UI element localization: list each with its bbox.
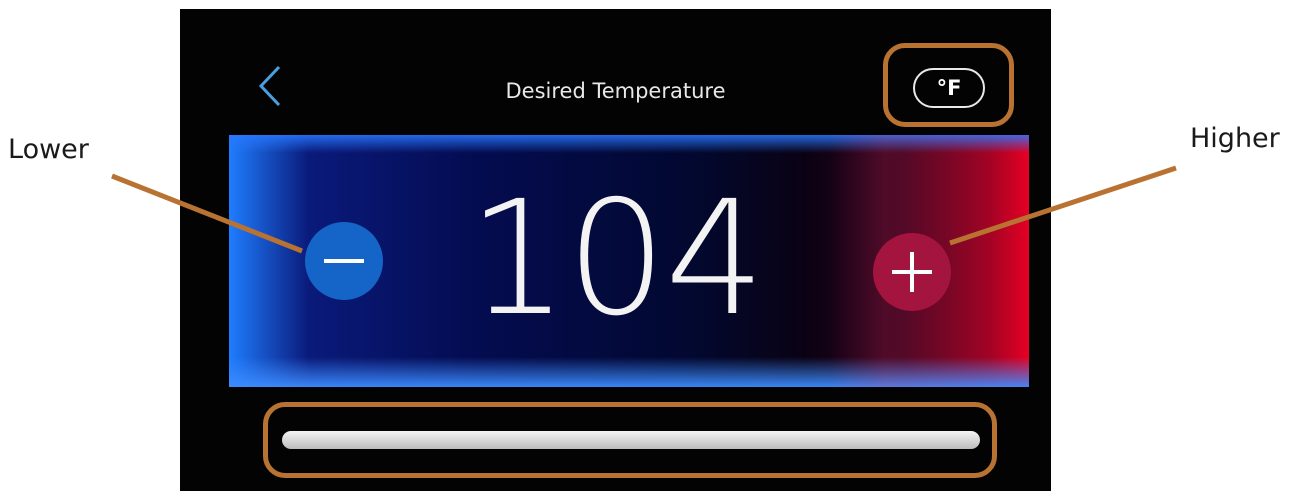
unit-toggle-button[interactable]: °F [913,68,985,108]
callout-lower: Lower [8,134,89,165]
lower-temperature-button[interactable] [305,222,383,300]
plus-icon [892,252,932,292]
temperature-slider[interactable] [282,431,980,449]
minus-icon [324,259,364,263]
higher-temperature-button[interactable] [873,233,951,311]
thermostat-screen: Desired Temperature °F 104 [180,9,1051,491]
callout-higher: Higher [1190,123,1280,154]
